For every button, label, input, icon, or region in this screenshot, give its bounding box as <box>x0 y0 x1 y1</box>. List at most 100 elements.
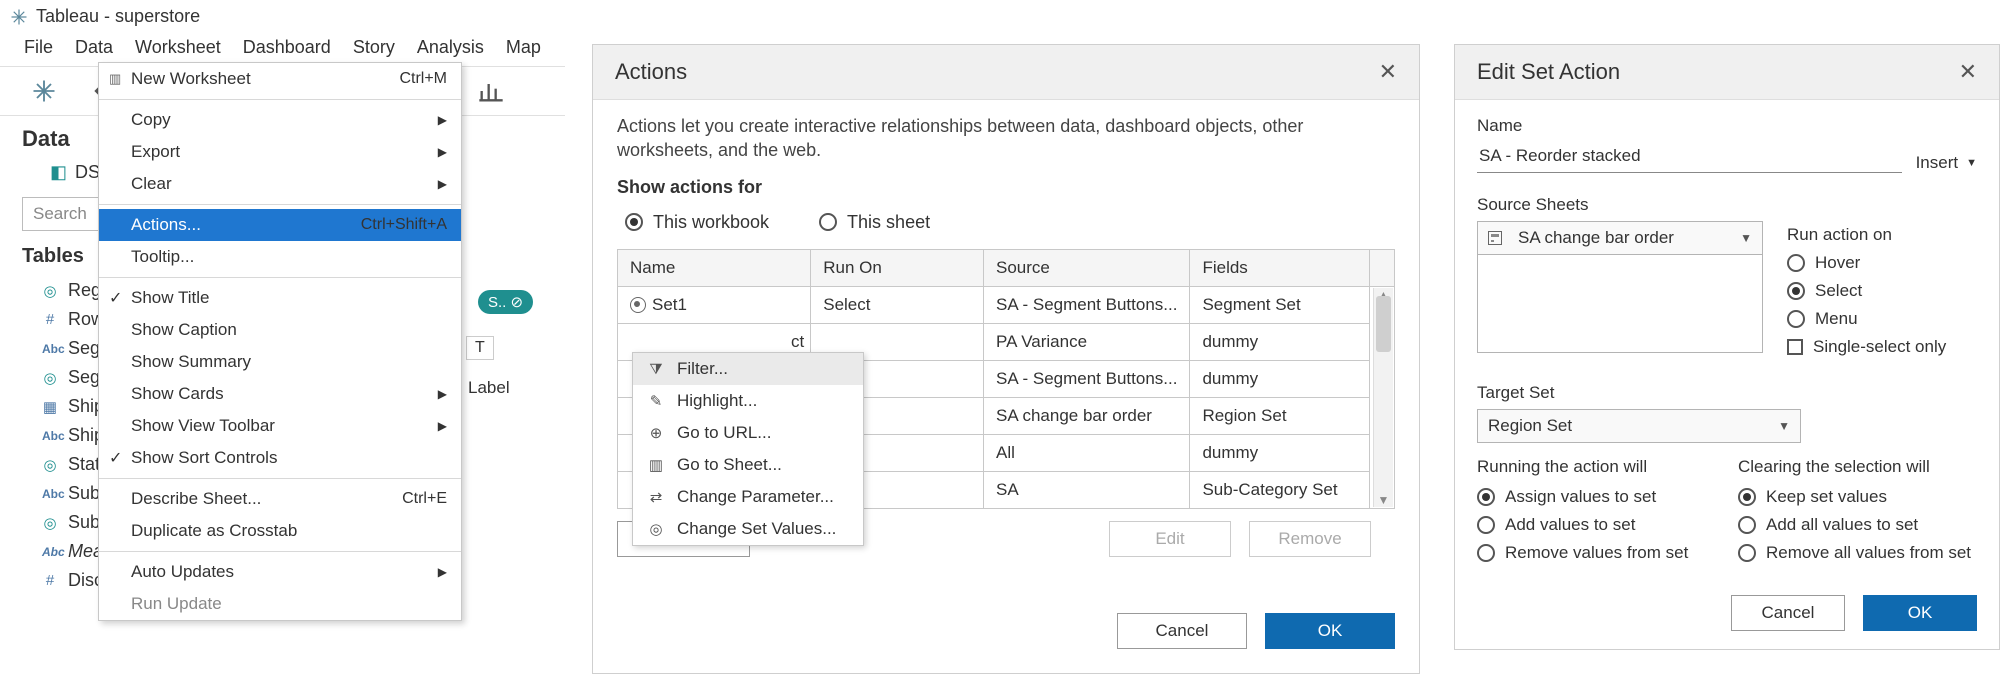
datasource-icon: ◧ <box>50 162 67 183</box>
edit-button[interactable]: Edit <box>1109 521 1231 557</box>
show-actions-for-label: Show actions for <box>617 177 1395 198</box>
sheet-icon: ▥ <box>109 71 121 87</box>
menu-run-update: Run Update <box>99 588 461 620</box>
radio-icon <box>1738 544 1756 562</box>
menu-tooltip[interactable]: Tooltip... <box>99 241 461 273</box>
menu-show-caption[interactable]: Show Caption <box>99 314 461 346</box>
close-icon[interactable]: ✕ <box>1959 59 1977 85</box>
radio-icon <box>1738 488 1756 506</box>
dialog-title: Edit Set Action <box>1477 59 1620 85</box>
set-icon: ◎ <box>42 369 58 387</box>
menu-change-set-values-action[interactable]: ◎ Change Set Values... <box>633 513 863 545</box>
chevron-down-icon: ▼ <box>1966 157 1977 169</box>
radio-assign-values[interactable]: Assign values to set <box>1477 487 1716 507</box>
insert-button[interactable]: Insert ▼ <box>1916 153 1977 173</box>
submenu-arrow-icon: ▶ <box>438 387 447 401</box>
menu-url-action[interactable]: ⊕ Go to URL... <box>633 417 863 449</box>
radio-remove-values[interactable]: Remove values from set <box>1477 543 1716 563</box>
menu-worksheet[interactable]: Worksheet <box>135 37 221 58</box>
table-scrollbar[interactable]: ▲ ▼ <box>1373 288 1393 507</box>
set-icon: ◎ <box>42 514 58 532</box>
dialog-description: Actions let you create interactive relat… <box>617 114 1395 163</box>
scroll-down-icon[interactable]: ▼ <box>1374 493 1393 507</box>
titlebar: Tableau - superstore <box>0 0 565 33</box>
target-set-label: Target Set <box>1477 383 1977 403</box>
close-icon[interactable]: ✕ <box>1379 59 1397 85</box>
remove-button[interactable]: Remove <box>1249 521 1371 557</box>
chevron-down-icon: ▼ <box>1778 419 1790 433</box>
menu-story[interactable]: Story <box>353 37 395 58</box>
col-run[interactable]: Run On <box>811 249 984 286</box>
action-name-input[interactable]: SA - Reorder stacked <box>1477 140 1902 173</box>
menu-show-title[interactable]: ✓Show Title <box>99 282 461 314</box>
text-icon: T <box>475 339 485 356</box>
menu-change-parameter-action[interactable]: ⇄ Change Parameter... <box>633 481 863 513</box>
scroll-thumb[interactable] <box>1376 296 1391 352</box>
tableau-logo-icon[interactable] <box>30 77 58 105</box>
set-icon: ◎ <box>42 456 58 474</box>
source-sheet-select[interactable]: SA change bar order ▼ <box>1477 221 1763 255</box>
ok-button[interactable]: OK <box>1863 595 1977 631</box>
radio-keep-set[interactable]: Keep set values <box>1738 487 1977 507</box>
marks-card-item[interactable]: T <box>466 336 494 360</box>
check-icon: ✓ <box>109 288 122 308</box>
menu-clear[interactable]: Clear▶ <box>99 168 461 200</box>
menu-highlight-action[interactable]: ✎ Highlight... <box>633 385 863 417</box>
menu-goto-sheet-action[interactable]: ▥ Go to Sheet... <box>633 449 863 481</box>
target-set-select[interactable]: Region Set ▼ <box>1477 409 1801 443</box>
data-tab-label[interactable]: Data <box>22 126 70 152</box>
check-icon: ✓ <box>109 448 122 468</box>
menu-duplicate-crosstab[interactable]: Duplicate as Crosstab <box>99 515 461 547</box>
menu-copy[interactable]: Copy▶ <box>99 104 461 136</box>
radio-select[interactable]: Select <box>1787 281 1977 301</box>
run-action-on-label: Run action on <box>1787 225 1977 245</box>
field-pill[interactable]: S.. ⊘ <box>478 290 533 314</box>
ok-button[interactable]: OK <box>1265 613 1395 649</box>
clearing-selection-label: Clearing the selection will <box>1738 457 1977 477</box>
cancel-button[interactable]: Cancel <box>1731 595 1845 631</box>
radio-this-sheet[interactable]: This sheet <box>819 212 930 233</box>
col-name[interactable]: Name <box>618 249 811 286</box>
dashboard-icon <box>1488 231 1502 245</box>
menu-describe-sheet[interactable]: Describe Sheet...Ctrl+E <box>99 483 461 515</box>
radio-icon <box>819 213 837 231</box>
checkbox-single-select[interactable]: Single-select only <box>1787 337 1977 357</box>
dialog-titlebar: Edit Set Action ✕ <box>1455 45 1999 100</box>
source-sheet-list[interactable] <box>1477 255 1763 353</box>
date-icon: ▦ <box>42 398 58 416</box>
col-source[interactable]: Source <box>984 249 1190 286</box>
menu-map[interactable]: Map <box>506 37 541 58</box>
menu-show-cards[interactable]: Show Cards▶ <box>99 378 461 410</box>
menu-auto-updates[interactable]: Auto Updates▶ <box>99 556 461 588</box>
menu-filter-action[interactable]: ⧩ Filter... <box>633 353 863 385</box>
marks-card-label: Label <box>468 378 510 398</box>
menu-show-summary[interactable]: Show Summary <box>99 346 461 378</box>
menu-dashboard[interactable]: Dashboard <box>243 37 331 58</box>
menu-show-view-toolbar[interactable]: Show View Toolbar▶ <box>99 410 461 442</box>
name-label: Name <box>1477 116 1977 136</box>
radio-remove-all[interactable]: Remove all values from set <box>1738 543 1977 563</box>
radio-icon <box>625 213 643 231</box>
menu-file[interactable]: File <box>24 37 53 58</box>
menu-show-sort-controls[interactable]: ✓Show Sort Controls <box>99 442 461 474</box>
submenu-arrow-icon: ▶ <box>438 419 447 433</box>
col-fields[interactable]: Fields <box>1190 249 1370 286</box>
radio-add-all[interactable]: Add all values to set <box>1738 515 1977 535</box>
menu-separator <box>99 478 461 479</box>
table-row[interactable]: Set1 Select SA - Segment Buttons... Segm… <box>618 286 1395 323</box>
radio-icon <box>1787 254 1805 272</box>
worksheet-menu: ▥ New Worksheet Ctrl+M Copy▶ Export▶ Cle… <box>98 62 462 621</box>
menu-actions[interactable]: Actions...Ctrl+Shift+A <box>99 209 461 241</box>
menu-new-worksheet[interactable]: ▥ New Worksheet Ctrl+M <box>99 63 461 95</box>
submenu-arrow-icon: ▶ <box>438 177 447 191</box>
menu-analysis[interactable]: Analysis <box>417 37 484 58</box>
set-action-icon <box>630 297 646 313</box>
radio-this-workbook[interactable]: This workbook <box>625 212 769 233</box>
menu-export[interactable]: Export▶ <box>99 136 461 168</box>
bar-chart-icon[interactable] <box>477 77 505 105</box>
radio-menu[interactable]: Menu <box>1787 309 1977 329</box>
radio-add-values[interactable]: Add values to set <box>1477 515 1716 535</box>
radio-hover[interactable]: Hover <box>1787 253 1977 273</box>
menu-data[interactable]: Data <box>75 37 113 58</box>
cancel-button[interactable]: Cancel <box>1117 613 1247 649</box>
